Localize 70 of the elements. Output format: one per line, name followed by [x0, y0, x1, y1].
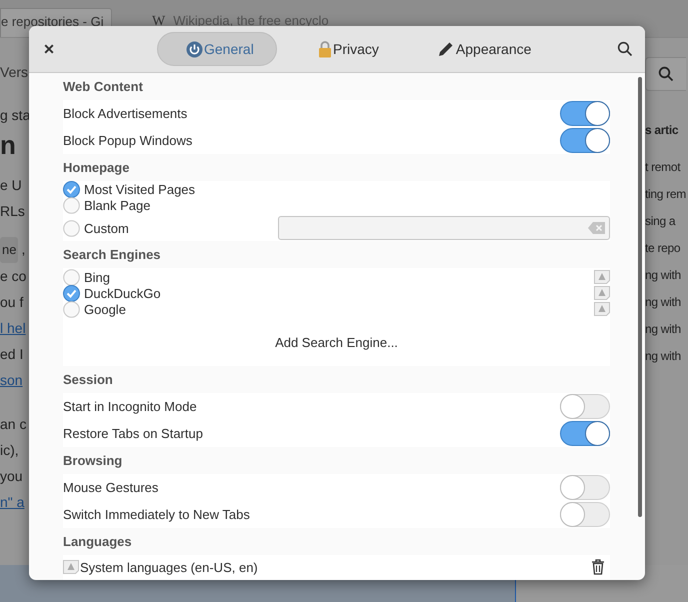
broken-image-icon [594, 270, 610, 284]
section-heading: Search Engines [63, 246, 162, 264]
radio-button[interactable] [63, 196, 80, 214]
toolbar-text: Vers [0, 64, 28, 82]
article-text: you [0, 467, 23, 486]
toggle-switch[interactable] [560, 421, 610, 446]
setting-label: Switch Immediately to New Tabs [63, 507, 250, 522]
article-text: an c [0, 415, 26, 434]
setting-label: Mouse Gestures [63, 480, 158, 495]
setting-label: Start in Incognito Mode [63, 399, 197, 414]
radio-button[interactable] [63, 300, 80, 318]
setting-label: Restore Tabs on Startup [63, 426, 203, 441]
padlock-icon [318, 40, 332, 58]
sidebar-text: sing a [645, 213, 676, 230]
broken-image-icon [594, 302, 610, 316]
tab[interactable]: Appearance [408, 32, 548, 66]
option-label: Google [84, 302, 126, 316]
section-heading: Homepage [63, 159, 130, 177]
article-text: ou f [0, 293, 24, 312]
section-heading: Languages [63, 533, 133, 551]
tab[interactable]: Privacy [289, 32, 396, 66]
option-label: Most Visited Pages [84, 182, 196, 196]
sidebar-text: te repo [645, 240, 682, 257]
broken-image-icon [594, 286, 610, 300]
search-icon [658, 66, 674, 82]
option-label: Custom [84, 220, 129, 236]
radio-button[interactable] [63, 284, 80, 302]
power-icon [186, 40, 203, 58]
sidebar-text: ng with [645, 348, 682, 365]
sidebar-text: ng with [645, 267, 682, 284]
search-icon[interactable] [617, 41, 633, 57]
search-button[interactable] [645, 57, 686, 91]
section-heading: Session [63, 371, 114, 389]
article-text: l hel [0, 319, 26, 338]
radio-button[interactable] [63, 268, 80, 286]
toggle-switch[interactable] [560, 101, 610, 126]
option-label: DuckDuckGo [84, 286, 161, 300]
inline-code: ne [0, 237, 18, 263]
sidebar-text: ng with [645, 294, 682, 311]
section-heading: Browsing [63, 452, 124, 470]
scrollbar[interactable] [638, 77, 642, 517]
radio-button[interactable] [63, 220, 80, 236]
sidebar-text: s artic [645, 122, 680, 139]
article-text: e U [0, 176, 22, 195]
sidebar-text: ng with [645, 321, 682, 338]
section-heading: Web Content [63, 78, 144, 96]
article-text: ic), [0, 441, 19, 460]
article-text: n" a [0, 493, 24, 512]
radio-button[interactable] [63, 180, 80, 198]
setting-label: Block Advertisements [63, 106, 188, 121]
article-text: , [21, 240, 26, 259]
language-label: System languages (en-US, en) [80, 560, 258, 574]
toggle-switch[interactable] [560, 128, 610, 153]
article-text: RLs [0, 202, 25, 221]
close-button[interactable]: × [41, 38, 57, 60]
add-search-engine-button[interactable]: Add Search Engine... [269, 334, 404, 350]
delete-icon[interactable] [591, 559, 605, 575]
article-text: n [0, 129, 16, 162]
clear-icon[interactable] [588, 222, 605, 234]
url-field[interactable] [278, 216, 610, 240]
article-text: e co [0, 267, 26, 286]
sidebar-text: ting rem [645, 186, 687, 203]
article-text: son [0, 371, 23, 390]
article-text: ed I [0, 345, 24, 364]
option-label: Bing [84, 270, 110, 284]
option-label: Blank Page [84, 198, 150, 212]
broken-image-icon [63, 560, 79, 574]
setting-label: Block Popup Windows [63, 133, 192, 148]
sidebar-text: t remot [645, 159, 682, 176]
pencil-icon [436, 40, 455, 58]
